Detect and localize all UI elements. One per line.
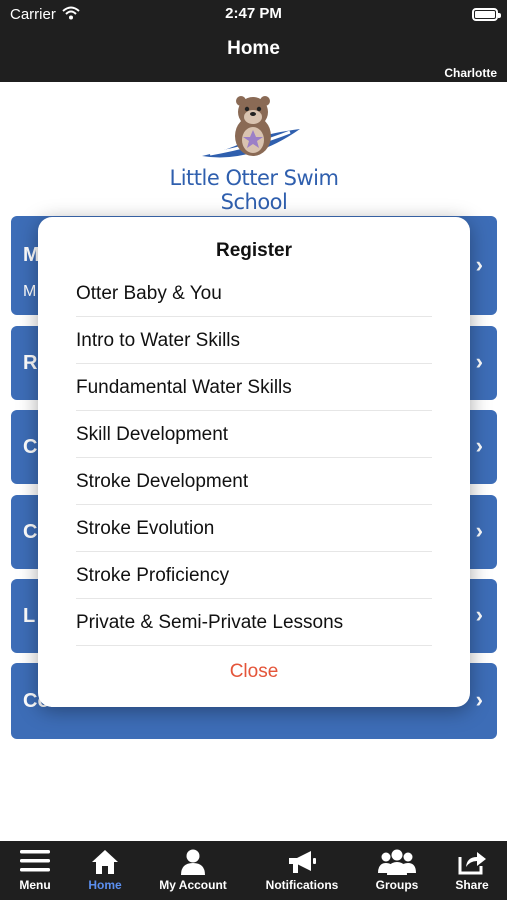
share-icon: [457, 849, 487, 880]
tab-share[interactable]: Share: [440, 841, 504, 900]
page-title: Home: [227, 38, 280, 59]
menu-item-label: R: [23, 352, 38, 374]
tab-label: Home: [88, 878, 122, 892]
register-modal: Register Otter Baby & You Intro to Water…: [38, 217, 470, 707]
option-fundamental-water-skills[interactable]: Fundamental Water Skills: [76, 364, 432, 411]
chevron-right-icon: ›: [475, 252, 483, 277]
option-stroke-proficiency[interactable]: Stroke Proficiency: [76, 552, 432, 599]
otter-logo-image: [202, 96, 300, 158]
tab-label: Menu: [19, 878, 51, 892]
modal-title: Register: [215, 240, 293, 261]
chevron-right-icon: ›: [475, 433, 483, 458]
option-private-lessons[interactable]: Private & Semi-Private Lessons: [76, 599, 432, 646]
chevron-right-icon: ›: [475, 518, 483, 543]
location-label[interactable]: Charlotte: [444, 66, 497, 80]
chevron-right-icon: ›: [475, 349, 483, 374]
tab-label: Groups: [375, 878, 419, 892]
menu-item-label: C: [23, 436, 38, 458]
tab-my-account[interactable]: My Account: [148, 841, 238, 900]
tab-label: Share: [455, 878, 489, 892]
tab-label: Notifications: [265, 878, 339, 892]
option-skill-development[interactable]: Skill Development: [76, 411, 432, 458]
chevron-right-icon: ›: [475, 687, 483, 712]
option-stroke-development[interactable]: Stroke Development: [76, 458, 432, 505]
school-logo: Little Otter Swim School: [140, 94, 368, 214]
account-icon: [179, 849, 207, 880]
tab-groups[interactable]: Groups: [362, 841, 432, 900]
option-intro-to-water-skills[interactable]: Intro to Water Skills: [76, 317, 432, 364]
status-bar: Carrier 2:47 PM: [0, 0, 507, 30]
logo-text: Little Otter Swim School: [169, 166, 339, 214]
menu-item-label: L: [23, 605, 36, 627]
tab-label: My Account: [159, 878, 227, 892]
navigation-bar: Home Charlotte: [0, 30, 507, 82]
home-icon: [91, 849, 119, 880]
tab-notifications[interactable]: Notifications: [254, 841, 350, 900]
register-options-list: Otter Baby & You Intro to Water Skills F…: [76, 270, 432, 646]
tab-home[interactable]: Home: [70, 841, 140, 900]
menu-icon: [20, 849, 50, 878]
option-otter-baby-and-you[interactable]: Otter Baby & You: [76, 270, 432, 317]
groups-icon: [377, 849, 417, 880]
chevron-right-icon: ›: [475, 602, 483, 627]
menu-item-sublabel: M: [23, 283, 37, 300]
clock: 2:47 PM: [225, 5, 282, 22]
tab-menu[interactable]: Menu: [0, 841, 70, 900]
option-stroke-evolution[interactable]: Stroke Evolution: [76, 505, 432, 552]
megaphone-icon: [287, 849, 317, 880]
battery-icon: [472, 8, 501, 21]
tab-bar: Menu Home My Account Notifications Group…: [0, 841, 507, 900]
close-button[interactable]: Close: [38, 661, 470, 683]
menu-item-label: C: [23, 521, 38, 543]
